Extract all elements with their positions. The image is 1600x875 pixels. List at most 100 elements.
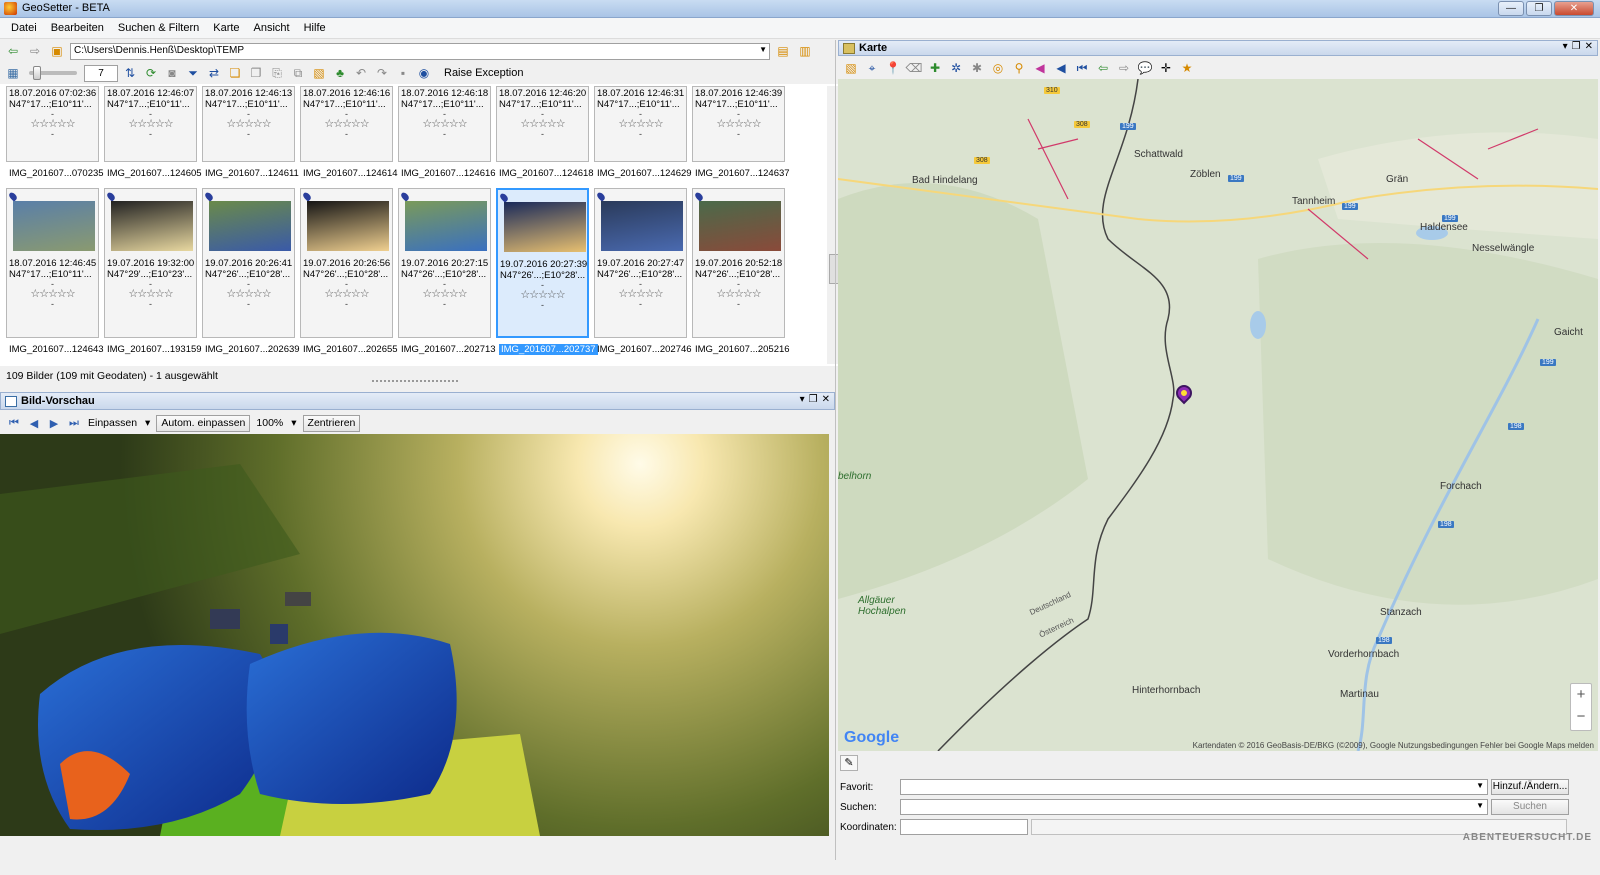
menu-karte[interactable]: Karte — [206, 22, 246, 34]
thumbnail-filename[interactable]: IMG_201607...124637 — [695, 168, 790, 179]
zoom-level-dropdown[interactable]: 100% — [254, 417, 285, 429]
thumbnail-card[interactable]: 18.07.2016 12:46:07 N47°17...;E10°11'... -… — [104, 86, 197, 162]
chevron-down-icon[interactable]: ▾ — [143, 417, 152, 429]
thumbnail-item[interactable]: 19.07.2016 19:32:00 N47°29'...;E10°23'...… — [104, 188, 202, 362]
clipboard-icon[interactable]: ⎘ — [268, 65, 286, 81]
undo-icon[interactable]: ↶ — [352, 65, 370, 81]
thumbnail-item[interactable]: 19.07.2016 20:26:56 N47°26'...;E10°28'...… — [300, 188, 398, 362]
arrow-right-icon[interactable]: ⇨ — [1115, 60, 1133, 76]
menu-datei[interactable]: Datei — [4, 22, 44, 34]
center-button[interactable]: Zentrieren — [302, 414, 361, 432]
back-arrow-icon[interactable]: ⇦ — [4, 43, 22, 59]
locate-icon[interactable]: ◎ — [989, 60, 1007, 76]
thumbnail-filename[interactable]: IMG_201607...124629 — [597, 168, 692, 179]
edit-pencil-icon[interactable]: ✎ — [840, 755, 858, 771]
next-image-icon[interactable]: ▶ — [46, 417, 62, 430]
previous-image-icon[interactable]: ◀ — [26, 417, 42, 430]
speech-bubble-icon[interactable]: 💬 — [1136, 60, 1154, 76]
thumbnail-filename[interactable]: IMG_201607...202737 — [499, 344, 598, 355]
track-off-icon[interactable]: ✱ — [968, 60, 986, 76]
thumbnail-size-slider[interactable] — [29, 66, 77, 80]
thumbnail-card[interactable]: 18.07.2016 07:02:36 N47°17...;E10°11'... -… — [6, 86, 99, 162]
tree-icon[interactable]: ♣ — [331, 65, 349, 81]
panel-float-icon[interactable]: ❐ — [809, 394, 818, 405]
path-input[interactable]: C:\Users\Dennis.Henß\Desktop\TEMP ▼ — [70, 42, 770, 60]
search-button[interactable]: Suchen — [1491, 799, 1569, 815]
menu-hilfe[interactable]: Hilfe — [297, 22, 333, 34]
thumbnail-filename[interactable]: IMG_201607...202639 — [205, 344, 300, 355]
map-view[interactable]: Schattwald Zöblen Bad Hindelang Grän Tan… — [838, 79, 1598, 751]
thumbnail-item[interactable]: 19.07.2016 20:27:15 N47°26'...;E10°28'...… — [398, 188, 496, 362]
thumbnail-filename[interactable]: IMG_201607...070235 — [9, 168, 104, 179]
panel-menu-icon[interactable]: ▾ — [800, 394, 805, 405]
thumbnail-card[interactable]: 19.07.2016 20:26:56 N47°26'...;E10°28'...… — [300, 188, 393, 338]
thumbnail-filename[interactable]: IMG_201607...202713 — [401, 344, 496, 355]
filter-icon[interactable]: ⏷ — [184, 65, 202, 81]
thumbnail-item[interactable]: 18.07.2016 12:46:45 N47°17...;E10°11'... -… — [6, 188, 104, 362]
panel-menu-icon[interactable]: ▾ — [1563, 41, 1568, 52]
open-folder-icon[interactable]: ▤ — [774, 43, 792, 59]
thumbnail-card[interactable]: 19.07.2016 19:32:00 N47°29'...;E10°23'...… — [104, 188, 197, 338]
marker-plus-icon[interactable]: ✚ — [926, 60, 944, 76]
raise-exception-button[interactable]: Raise Exception — [444, 67, 524, 79]
thumbnail-card[interactable]: 19.07.2016 20:26:41 N47°26'...;E10°28'...… — [202, 188, 295, 338]
previous-marker-icon[interactable]: ◀ — [1031, 60, 1049, 76]
favorite-combo[interactable]: ▼ — [900, 779, 1488, 795]
maximize-icon[interactable]: ❐ — [1526, 1, 1552, 16]
fit-dropdown[interactable]: Einpassen — [86, 417, 139, 429]
thumbnail-card[interactable]: 19.07.2016 20:52:18 N47°26'...;E10°28'...… — [692, 188, 785, 338]
forward-arrow-icon[interactable]: ⇨ — [26, 43, 44, 59]
favorite-star-icon[interactable]: ★ — [1178, 60, 1196, 76]
panel-float-icon[interactable]: ❐ — [1572, 41, 1581, 52]
set-marker-icon[interactable]: 📍 — [884, 60, 902, 76]
sort-icon[interactable]: ⇅ — [121, 65, 139, 81]
search-combo[interactable]: ▼ — [900, 799, 1488, 815]
thumbnail-card[interactable]: 18.07.2016 12:46:16 N47°17...;E10°11'... -… — [300, 86, 393, 162]
thumbnail-card[interactable]: 18.07.2016 12:46:13 N47°17...;E10°11'... -… — [202, 86, 295, 162]
splitter-grip[interactable] — [372, 380, 458, 384]
auto-fit-button[interactable]: Autom. einpassen — [156, 414, 251, 432]
thumbnail-filename[interactable]: IMG_201607...202746 — [597, 344, 692, 355]
thumbnail-filename[interactable]: IMG_201607...205216 — [695, 344, 790, 355]
thumbnail-filename[interactable]: IMG_201607...193159 — [107, 344, 202, 355]
folder-favorites-icon[interactable]: ▥ — [796, 43, 814, 59]
save-icon[interactable]: ▪ — [394, 65, 412, 81]
track-icon[interactable]: ✲ — [947, 60, 965, 76]
refresh-icon[interactable]: ⟳ — [142, 65, 160, 81]
arrow-left-icon[interactable]: ⇦ — [1094, 60, 1112, 76]
redo-icon[interactable]: ↷ — [373, 65, 391, 81]
menu-ansicht[interactable]: Ansicht — [247, 22, 297, 34]
add-change-button[interactable]: Hinzuf./Ändern... — [1491, 779, 1569, 795]
thumbnail-filename[interactable]: IMG_201607...202655 — [303, 344, 398, 355]
panel-close-icon[interactable]: ✕ — [822, 394, 830, 405]
rotate-icon[interactable]: ⇄ — [205, 65, 223, 81]
copy-icon[interactable]: ❏ — [226, 65, 244, 81]
crosshair-icon[interactable]: ✛ — [1157, 60, 1175, 76]
zoom-to-icon[interactable]: ⚲ — [1010, 60, 1028, 76]
chevron-down-icon[interactable]: ▼ — [1476, 801, 1484, 810]
thumbnail-card[interactable]: 18.07.2016 12:46:20 N47°17...;E10°11'... -… — [496, 86, 589, 162]
chevron-down-icon[interactable]: ▾ — [289, 417, 298, 429]
thumbnail-card[interactable]: 18.07.2016 12:46:45 N47°17...;E10°11'... -… — [6, 188, 99, 338]
minimize-icon[interactable]: — — [1498, 1, 1524, 16]
globe-icon[interactable]: ◉ — [415, 65, 433, 81]
thumbnail-filename[interactable]: IMG_201607...124643 — [9, 344, 104, 355]
thumbnail-item[interactable]: 19.07.2016 20:27:47 N47°26'...;E10°28'...… — [594, 188, 692, 362]
thumbnail-filename[interactable]: IMG_201607...124605 — [107, 168, 202, 179]
thumbnail-filename[interactable]: IMG_201607...124618 — [499, 168, 594, 179]
thumbnail-card[interactable]: 18.07.2016 12:46:18 N47°17...;E10°11'... -… — [398, 86, 491, 162]
coordinates-input[interactable] — [900, 819, 1028, 835]
zoom-spinner[interactable]: 7 — [84, 64, 118, 82]
thumbnail-item[interactable]: 19.07.2016 20:26:41 N47°26'...;E10°28'...… — [202, 188, 300, 362]
slider-knob[interactable] — [33, 66, 41, 80]
edit-data-icon[interactable]: ▧ — [310, 65, 328, 81]
remove-marker-icon[interactable]: ⌫ — [905, 60, 923, 76]
panel-close-icon[interactable]: ✕ — [1585, 41, 1593, 52]
thumbnail-filename[interactable]: IMG_201607...124614 — [303, 168, 398, 179]
previous-position-icon[interactable]: ◀ — [1052, 60, 1070, 76]
first-image-icon[interactable]: ⏮ — [6, 417, 22, 430]
folder-up-icon[interactable]: ▣ — [48, 43, 66, 59]
menu-suchen-filtern[interactable]: Suchen & Filtern — [111, 22, 206, 34]
last-image-icon[interactable]: ⏭ — [66, 417, 82, 430]
menu-bearbeiten[interactable]: Bearbeiten — [44, 22, 111, 34]
